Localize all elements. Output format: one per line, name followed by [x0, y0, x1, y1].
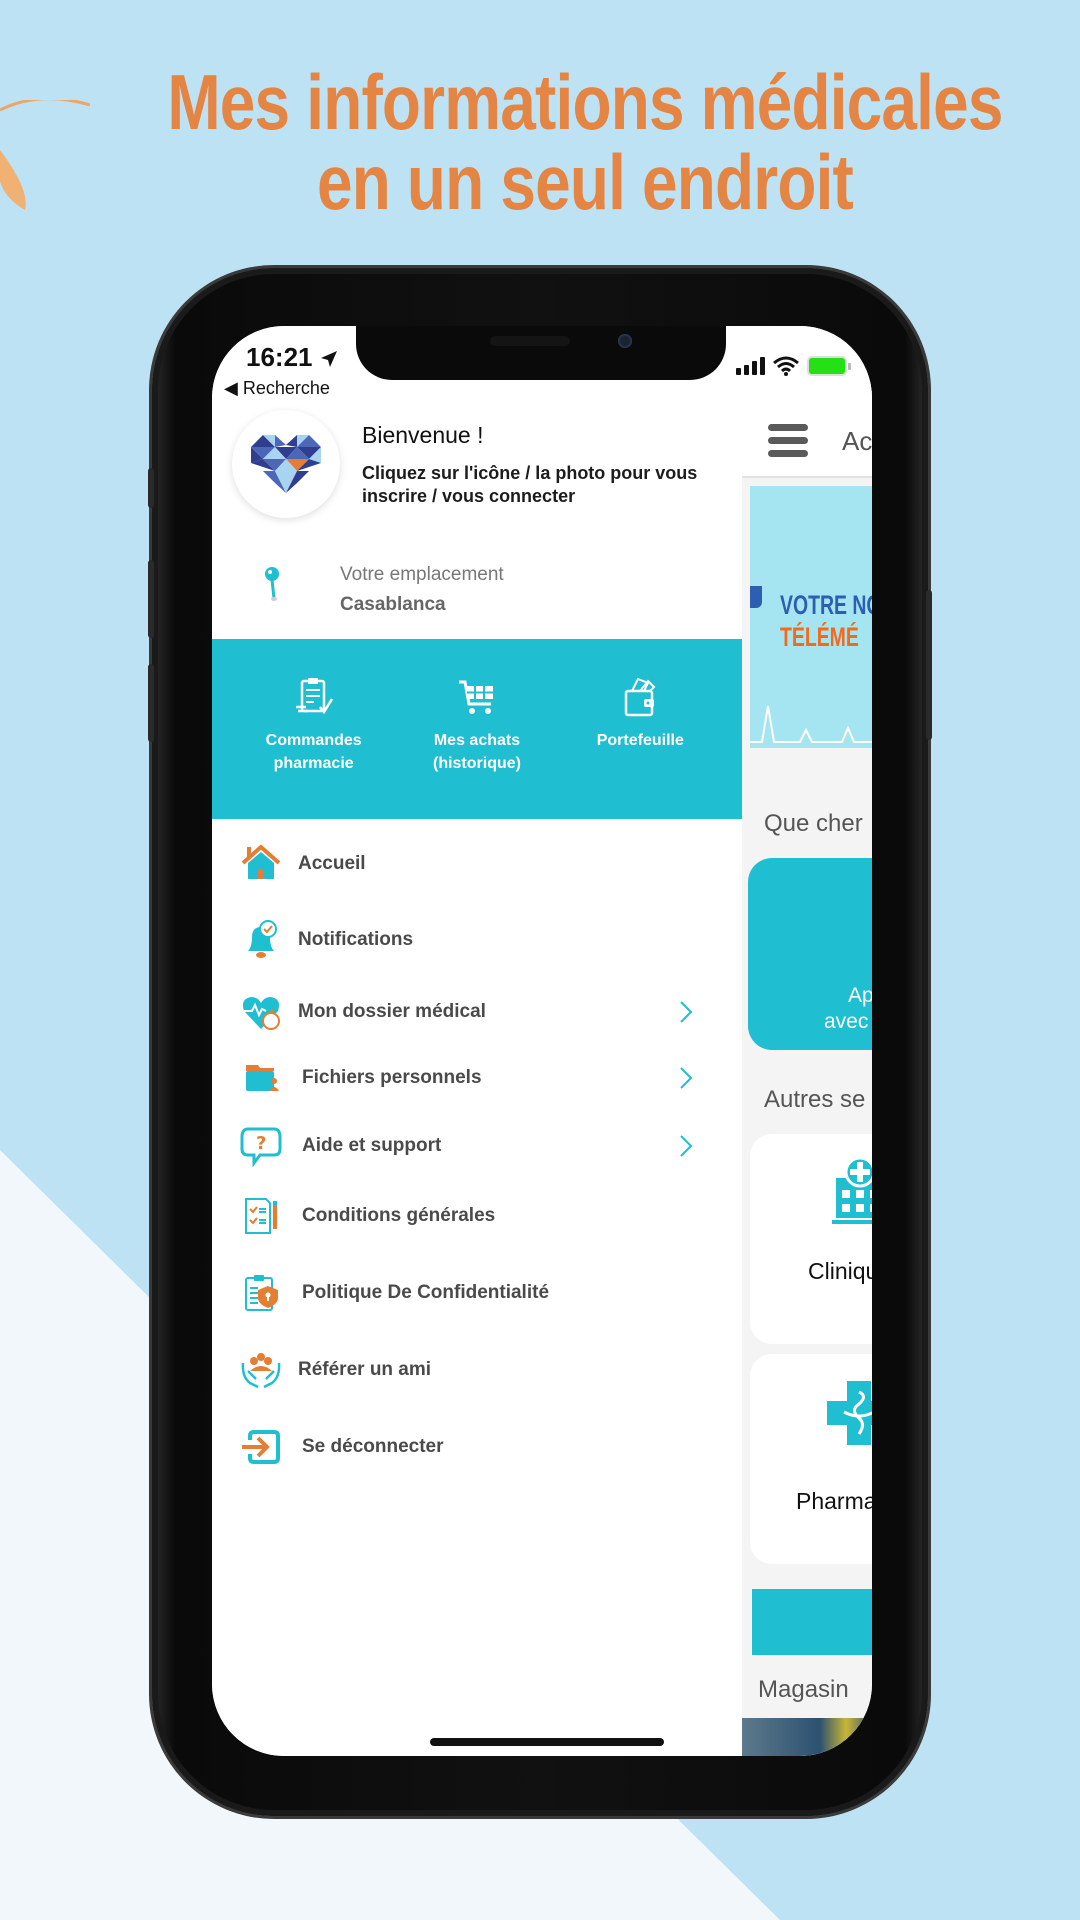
menu-label: Référer un ami — [298, 1359, 432, 1380]
service-card-clinics[interactable]: Cliniqu — [750, 1134, 872, 1344]
shopping-cart-icon — [458, 680, 493, 714]
prescription-clipboard-icon — [295, 678, 333, 715]
promo-headline: Mes informations médicales en un seul en… — [105, 62, 1064, 222]
background-page: Ac VOTRE NO TÉLÉMÉ Que cher Ap avec Autr… — [742, 326, 872, 1756]
pharmacy-cross-icon — [825, 1379, 872, 1447]
quick-action-label: Portefeuille — [596, 732, 684, 749]
chevron-right-icon — [680, 1001, 693, 1023]
location-label: Votre emplacement — [340, 564, 504, 585]
menu-item-home[interactable]: Accueil — [212, 836, 742, 892]
menu-label: Mon dossier médical — [298, 1001, 486, 1022]
quick-action-pharmacy-orders[interactable]: Commandes pharmacie — [239, 639, 389, 819]
quick-action-wallet[interactable]: Portefeuille — [565, 639, 715, 819]
section-title-search: Que cher — [764, 810, 863, 837]
menu-label: Aide et support — [302, 1135, 442, 1156]
welcome-title: Bienvenue ! — [362, 422, 484, 448]
status-time-text: 16:21 — [246, 342, 313, 372]
section-title-services: Autres se — [764, 1086, 866, 1113]
menu-item-refer-friend[interactable]: Référer un ami — [212, 1342, 742, 1398]
quick-action-label: Mes achats (historique) — [432, 732, 521, 772]
section-title-store: Magasin — [758, 1676, 849, 1703]
background-page-header: Ac — [742, 326, 872, 478]
menu-item-terms[interactable]: Conditions générales — [212, 1188, 742, 1244]
location-pin-icon — [265, 567, 279, 601]
svg-text:?: ? — [256, 1133, 266, 1154]
telemedicine-banner[interactable]: VOTRE NO TÉLÉMÉ — [750, 486, 872, 748]
location-arrow-icon — [320, 351, 337, 368]
front-camera — [618, 334, 632, 348]
menu-label: Accueil — [298, 853, 366, 874]
menu-item-privacy-policy[interactable]: Politique De Confidentialité — [212, 1265, 742, 1321]
status-indicators — [736, 356, 851, 376]
home-indicator[interactable] — [430, 1738, 664, 1746]
bell-icon — [248, 920, 277, 958]
menu-item-logout[interactable]: Se déconnecter — [212, 1419, 742, 1475]
phone-volume-up — [148, 560, 154, 638]
store-photo[interactable] — [742, 1718, 872, 1756]
menu-label: Notifications — [298, 929, 414, 950]
help-bubble-icon: ? — [240, 1127, 282, 1167]
headline-line-2: en un seul endroit — [316, 138, 854, 226]
app-logo-heart-icon — [251, 435, 321, 493]
service-label-clinics: Cliniqu — [808, 1258, 872, 1284]
welcome-subtitle[interactable]: Cliquez sur l'icône / la photo pour vous… — [362, 462, 722, 508]
teleconsult-card[interactable]: Ap avec — [748, 858, 872, 1050]
side-drawer: Bienvenue ! Cliquez sur l'icône / la pho… — [212, 326, 742, 1756]
wifi-icon — [773, 356, 799, 376]
heart-health-icon — [242, 997, 280, 1030]
service-card-pharmacies[interactable]: Pharma — [750, 1354, 872, 1564]
decorative-leaf — [0, 100, 90, 210]
hamburger-menu-icon[interactable] — [768, 424, 808, 463]
back-to-search-link[interactable]: ◀ Recherche — [224, 378, 330, 399]
checklist-document-icon — [245, 1198, 277, 1234]
phone-silent-switch — [148, 468, 154, 508]
phone-volume-down — [148, 664, 154, 742]
promo-strip[interactable] — [752, 1589, 872, 1655]
status-time: 16:21 — [246, 342, 338, 373]
heartbeat-line-icon — [750, 705, 872, 743]
teleconsult-card-line-1: Ap — [848, 984, 872, 1007]
headline-line-1: Mes informations médicales — [167, 58, 1003, 146]
cellular-signal-icon — [736, 357, 765, 375]
menu-label: Se déconnecter — [302, 1436, 444, 1457]
refer-friends-icon — [241, 1353, 281, 1389]
folder-user-icon — [246, 1065, 279, 1091]
hospital-icon — [832, 1156, 872, 1224]
phone-power-button — [926, 590, 932, 740]
battery-icon — [807, 356, 851, 376]
quick-actions-bar: Commandes pharmacie Mes achats (historiq… — [212, 639, 742, 819]
teleconsult-card-line-2: avec — [824, 1010, 869, 1033]
menu-item-medical-record[interactable]: Mon dossier médical — [212, 984, 742, 1040]
phone-notch — [356, 326, 726, 380]
privacy-shield-icon — [245, 1275, 278, 1311]
quick-action-label: Commandes pharmacie — [265, 732, 362, 772]
menu-label: Politique De Confidentialité — [302, 1282, 550, 1303]
background-page-title: Ac — [842, 426, 872, 456]
earpiece-speaker — [490, 336, 570, 346]
menu-item-help-support[interactable]: ? Aide et support — [212, 1118, 742, 1174]
chevron-right-icon — [680, 1135, 693, 1157]
service-label-pharmacies: Pharma — [796, 1488, 872, 1514]
logout-icon — [242, 1430, 280, 1464]
menu-label: Conditions générales — [302, 1205, 496, 1226]
phone-screen: Ac VOTRE NO TÉLÉMÉ Que cher Ap avec Autr… — [212, 326, 872, 1756]
wallet-icon — [625, 677, 656, 717]
menu-item-notifications[interactable]: Notifications — [212, 912, 742, 968]
menu-label: Fichiers personnels — [302, 1067, 482, 1088]
profile-avatar-button[interactable] — [232, 410, 340, 518]
quick-action-purchases[interactable]: Mes achats (historique) — [402, 639, 552, 819]
location-value[interactable]: Casablanca — [340, 594, 446, 616]
chevron-right-icon — [680, 1067, 693, 1089]
menu-item-personal-files[interactable]: Fichiers personnels — [212, 1050, 742, 1106]
home-icon — [241, 844, 281, 879]
